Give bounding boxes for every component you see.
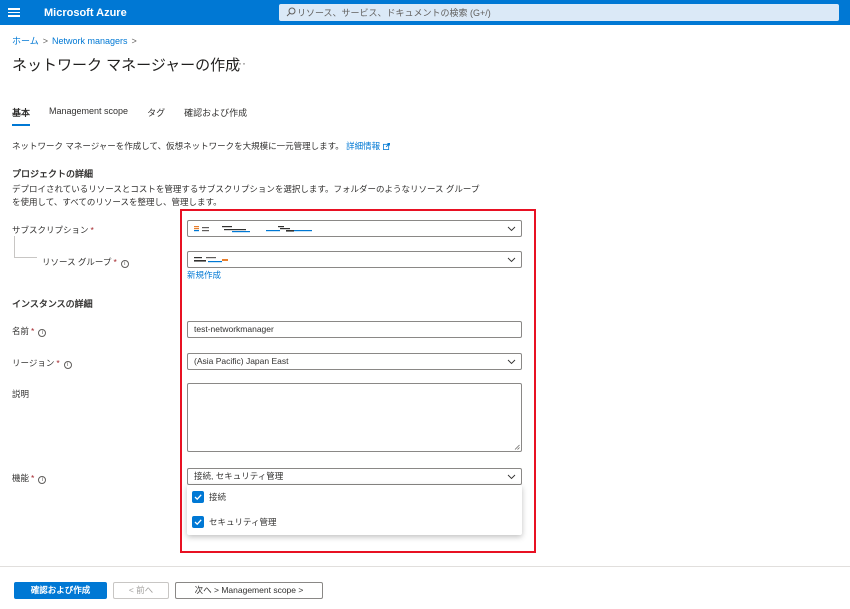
name-label: 名前 * i [12, 325, 47, 337]
description-label: 説明 [12, 389, 30, 399]
features-dropdown-list: 接続 セキュリティ管理 [187, 485, 522, 535]
breadcrumb: ホーム > Network managers > [12, 34, 141, 47]
features-select[interactable]: 接続, セキュリティ管理 [187, 468, 522, 485]
subscription-select[interactable] [187, 220, 522, 237]
info-icon[interactable]: i [120, 260, 129, 268]
features-value: 接続, セキュリティ管理 [194, 471, 284, 481]
breadcrumb-home[interactable]: ホーム [12, 36, 39, 46]
next-button[interactable]: 次へ > Management scope > [175, 582, 323, 599]
info-icon[interactable]: i [63, 361, 72, 369]
region-label: リージョン * i [12, 357, 72, 369]
required-asterisk: * [31, 473, 35, 483]
learn-more-link[interactable]: 詳細情報 [346, 141, 391, 151]
tab-basics[interactable]: 基本 [12, 106, 31, 126]
region-value: (Asia Pacific) Japan East [194, 356, 289, 366]
masked-subscription-value [194, 226, 312, 233]
brand-title[interactable]: Microsoft Azure [44, 7, 127, 19]
intro-description: ネットワーク マネージャーを作成して、仮想ネットワークを大規模に一元管理します。 [12, 141, 344, 151]
chevron-right-icon: > [131, 36, 137, 46]
chevron-down-icon [507, 226, 516, 232]
masked-resource-group-value [194, 257, 228, 263]
features-label-text: 機能 [12, 473, 30, 483]
more-options-icon[interactable]: ··· [234, 56, 246, 70]
option-security-admin[interactable]: セキュリティ管理 [192, 516, 277, 530]
top-bar: Microsoft Azure [0, 0, 850, 25]
checkbox-checked[interactable] [192, 516, 204, 528]
hamburger-menu-icon[interactable] [8, 6, 20, 18]
required-asterisk: * [90, 225, 94, 235]
footer-divider [0, 566, 850, 567]
resource-group-label: リソース グループ * i [42, 256, 129, 268]
region-select[interactable]: (Asia Pacific) Japan East [187, 353, 522, 370]
resource-group-select[interactable] [187, 251, 522, 268]
tab-bar: 基本 Management scope タグ 確認および作成 [12, 106, 266, 126]
tab-tags[interactable]: タグ [147, 106, 165, 126]
project-details-heading: プロジェクトの詳細 [12, 169, 94, 179]
breadcrumb-network-managers[interactable]: Network managers [52, 36, 128, 46]
required-asterisk: * [56, 358, 60, 368]
resize-grip-icon[interactable] [514, 444, 520, 450]
previous-button[interactable]: < 前へ [113, 582, 169, 599]
instance-details-heading: インスタンスの詳細 [12, 299, 93, 309]
external-link-icon [383, 143, 391, 150]
description-textarea[interactable] [187, 383, 522, 452]
search-icon [286, 7, 296, 17]
features-label: 機能 * i [12, 472, 47, 484]
tab-management-scope[interactable]: Management scope [49, 106, 128, 126]
info-icon[interactable]: i [38, 476, 47, 484]
tab-review-create[interactable]: 確認および作成 [184, 106, 247, 126]
hierarchy-connector [14, 236, 37, 258]
region-label-text: リージョン [12, 358, 55, 368]
resource-group-label-text: リソース グループ [42, 257, 112, 267]
checkmark-icon [194, 494, 202, 501]
project-details-description: デプロイされているリソースとコストを管理するサブスクリプションを選択します。フォ… [12, 183, 522, 209]
name-input[interactable]: test-networkmanager [187, 321, 522, 338]
chevron-up-icon [507, 474, 516, 480]
search-input[interactable] [297, 4, 827, 21]
chevron-down-icon [507, 257, 516, 263]
required-asterisk: * [31, 326, 35, 336]
chevron-right-icon: > [42, 36, 48, 46]
required-asterisk: * [113, 257, 117, 267]
subscription-label: サブスクリプション * [12, 224, 94, 236]
chevron-down-icon [507, 359, 516, 365]
info-icon[interactable]: i [38, 329, 47, 337]
project-desc-line2: を使用して、すべてのリソースを整理し、管理します。 [12, 197, 222, 207]
intro-text: ネットワーク マネージャーを作成して、仮想ネットワークを大規模に一元管理します。… [12, 140, 391, 152]
global-search[interactable] [279, 4, 839, 21]
page-title: ネットワーク マネージャーの作成 [12, 57, 241, 74]
option-security-admin-label: セキュリティ管理 [209, 517, 277, 527]
project-desc-line1: デプロイされているリソースとコストを管理するサブスクリプションを選択します。フォ… [12, 184, 480, 194]
subscription-label-text: サブスクリプション [12, 225, 89, 235]
learn-more-label: 詳細情報 [346, 141, 381, 151]
option-connectivity[interactable]: 接続 [192, 491, 226, 505]
create-new-resource-group-link[interactable]: 新規作成 [187, 269, 221, 281]
review-create-button[interactable]: 確認および作成 [14, 582, 107, 599]
checkbox-checked[interactable] [192, 491, 204, 503]
checkmark-icon [194, 519, 202, 526]
option-connectivity-label: 接続 [209, 492, 227, 502]
name-label-text: 名前 [12, 326, 30, 336]
